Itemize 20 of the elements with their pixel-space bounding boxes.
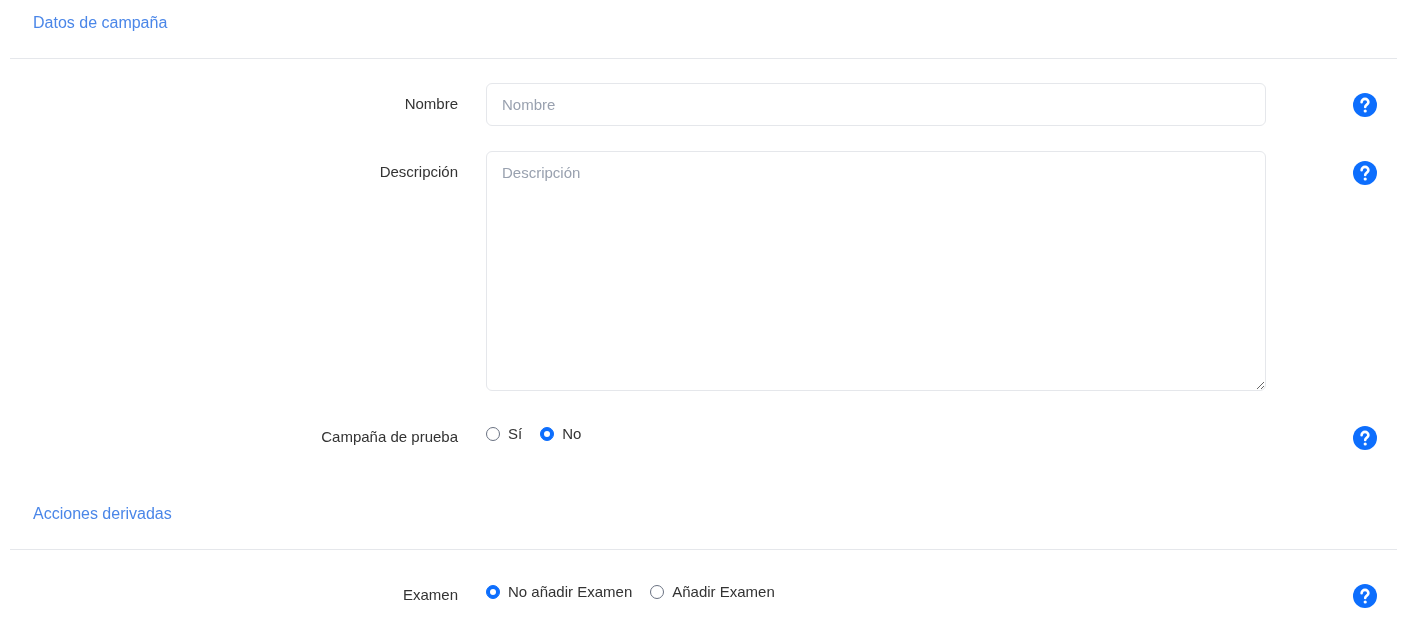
help-icon[interactable] <box>1353 583 1377 608</box>
field-label: Campaña de prueba <box>321 427 458 448</box>
radio-button[interactable] <box>650 585 665 599</box>
help-icon[interactable] <box>1353 92 1377 117</box>
field-label: Examen <box>402 585 458 606</box>
help-icon[interactable] <box>1353 425 1377 450</box>
input-field[interactable]: Nombre <box>486 83 1266 126</box>
radio-button[interactable] <box>486 427 500 441</box>
radio-label[interactable]: Añadir Examen <box>672 580 775 604</box>
radio-button[interactable] <box>540 427 555 441</box>
radio-label[interactable]: Sí <box>508 422 523 446</box>
radio-label[interactable]: No añadir Examen <box>508 580 633 604</box>
radio-label[interactable]: No <box>562 422 582 446</box>
help-icon[interactable] <box>1353 160 1377 185</box>
section-heading: Acciones derivadas <box>33 505 172 522</box>
radio-button[interactable] <box>486 585 500 599</box>
field-label: Descripción <box>379 162 458 183</box>
textarea-field[interactable]: Descripción <box>486 151 1266 391</box>
section-heading: Datos de campaña <box>33 14 168 31</box>
field-label: Nombre <box>404 94 458 115</box>
